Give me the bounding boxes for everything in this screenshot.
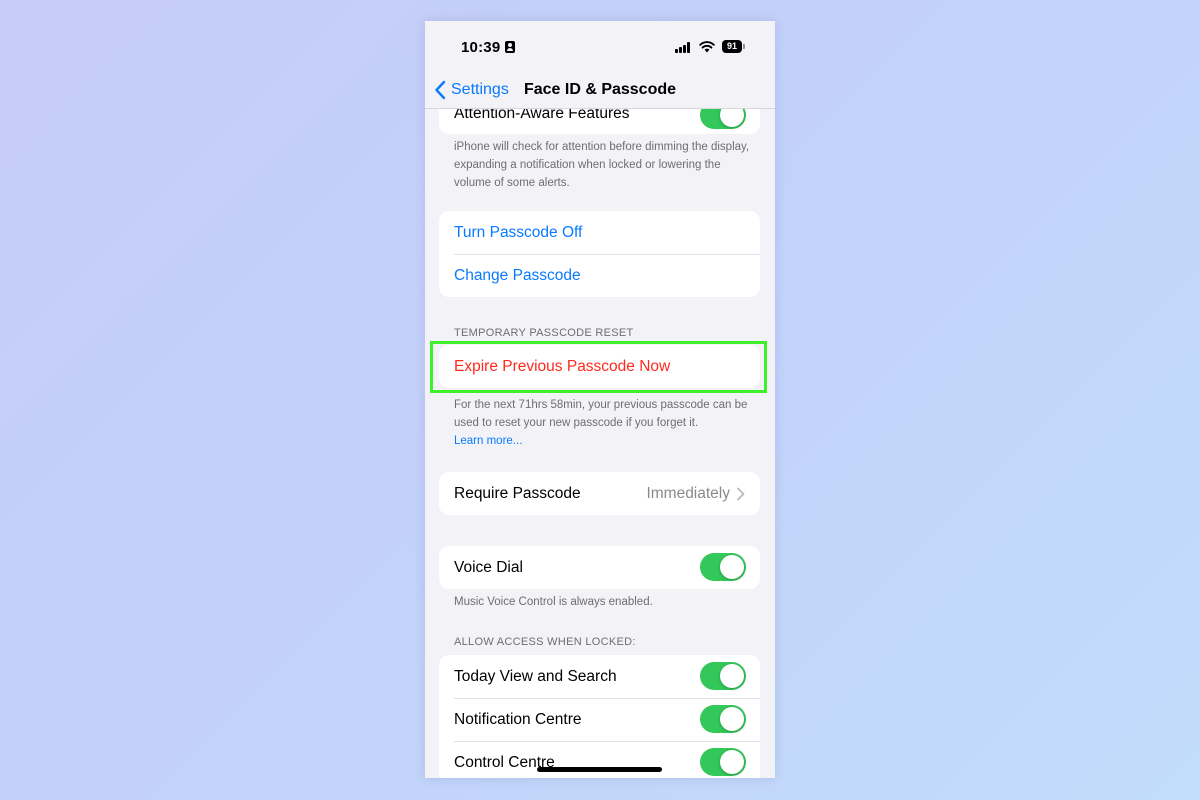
status-time: 10:39 (461, 39, 501, 56)
toggle-knob (720, 555, 744, 579)
toggle-knob (720, 750, 744, 774)
voice-dial-row[interactable]: Voice Dial (439, 546, 760, 589)
voice-dial-footer: Music Voice Control is always enabled. (454, 596, 653, 608)
settings-list[interactable]: Attention-Aware Features iPhone will che… (425, 21, 775, 778)
turn-passcode-off-button[interactable]: Turn Passcode Off (439, 211, 760, 254)
voice-dial-toggle[interactable] (700, 553, 746, 581)
page-title: Face ID & Passcode (523, 81, 677, 98)
toggle-knob (720, 664, 744, 688)
today-view-toggle[interactable] (700, 662, 746, 690)
navigation-bar: Settings Face ID & Passcode (425, 73, 775, 109)
toggle-knob (720, 707, 744, 731)
today-view-row[interactable]: Today View and Search (439, 655, 760, 698)
require-group: Require Passcode Immediately (439, 472, 760, 515)
battery-level: 91 (722, 40, 742, 53)
control-centre-toggle[interactable] (700, 748, 746, 776)
phone-screen: Attention-Aware Features iPhone will che… (425, 21, 775, 778)
turn-passcode-off-label: Turn Passcode Off (454, 223, 583, 241)
expire-previous-passcode-label: Expire Previous Passcode Now (454, 357, 671, 375)
temporary-reset-footer: For the next 71hrs 58min, your previous … (454, 396, 754, 450)
temporary-reset-group: Expire Previous Passcode Now (439, 345, 760, 388)
home-indicator[interactable] (537, 767, 662, 772)
chevron-right-icon (737, 487, 745, 500)
passcode-group: Turn Passcode Off Change Passcode (439, 211, 760, 297)
notification-centre-row[interactable]: Notification Centre (439, 698, 760, 741)
attention-footer: iPhone will check for attention before d… (454, 141, 750, 189)
control-centre-row[interactable]: Control Centre (439, 741, 760, 778)
cellular-signal-icon (675, 42, 692, 53)
require-passcode-label: Require Passcode (454, 484, 581, 502)
require-passcode-value: Immediately (646, 484, 730, 502)
temporary-reset-header: TEMPORARY PASSCODE RESET (454, 327, 634, 339)
focus-person-icon (505, 41, 515, 53)
learn-more-link[interactable]: Learn more... (454, 432, 754, 450)
wifi-icon (699, 41, 715, 53)
temporary-reset-footer-text: For the next 71hrs 58min, your previous … (454, 399, 748, 429)
battery-icon: 91 (722, 40, 746, 53)
change-passcode-button[interactable]: Change Passcode (439, 254, 760, 297)
allow-access-header: ALLOW ACCESS WHEN LOCKED: (454, 636, 636, 648)
notification-centre-toggle[interactable] (700, 705, 746, 733)
expire-previous-passcode-button[interactable]: Expire Previous Passcode Now (439, 345, 760, 388)
voice-dial-group: Voice Dial (439, 546, 760, 589)
allow-access-group: Today View and Search Notification Centr… (439, 655, 760, 778)
status-bar: 10:39 91 (425, 21, 775, 73)
require-passcode-row[interactable]: Require Passcode Immediately (439, 472, 760, 515)
change-passcode-label: Change Passcode (454, 266, 581, 284)
